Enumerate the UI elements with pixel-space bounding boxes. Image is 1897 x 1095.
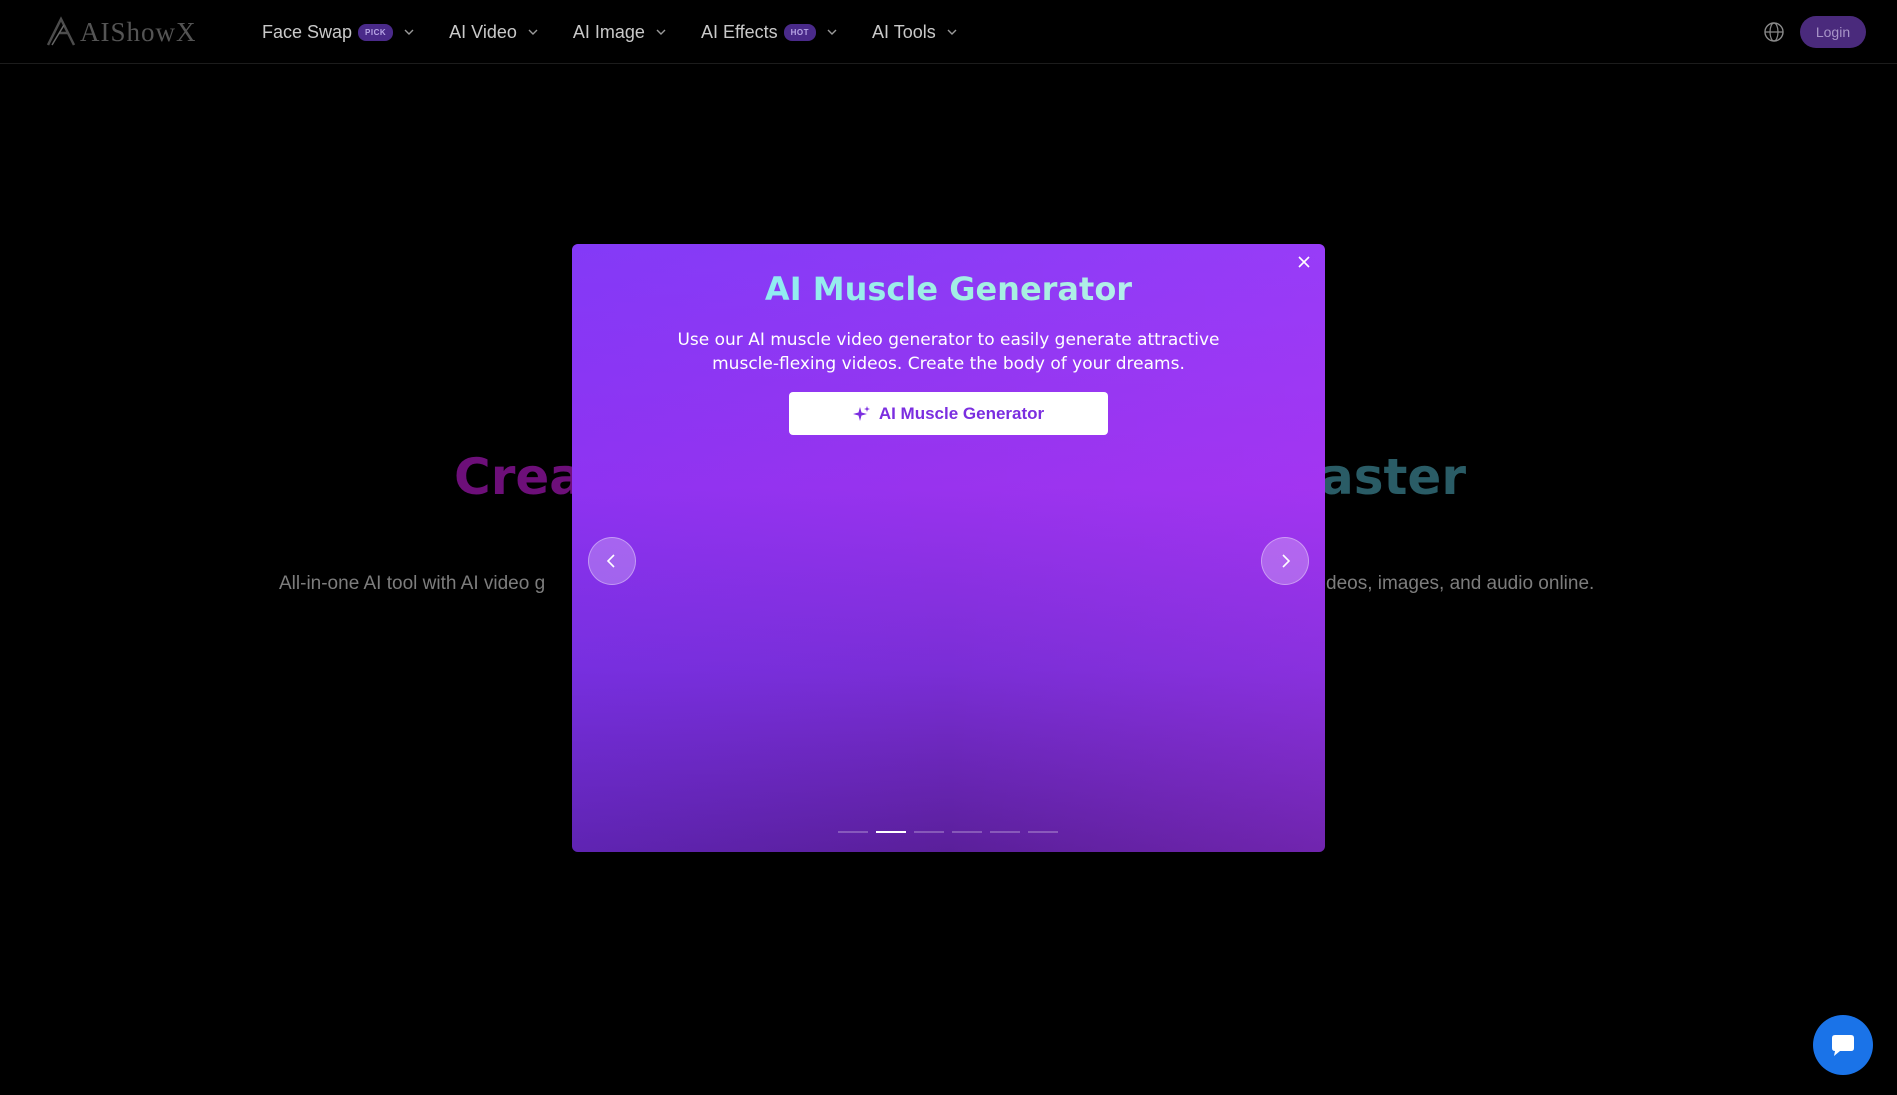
next-slide-button[interactable] xyxy=(1261,537,1309,585)
nav-label: Face Swap xyxy=(262,21,353,42)
modal-description: Use our AI muscle video generator to eas… xyxy=(677,330,1220,374)
pick-badge: PICK xyxy=(358,23,394,41)
modal-title: AI Muscle Generator xyxy=(572,270,1325,308)
hero-title-right: aster xyxy=(1320,448,1466,506)
nav-face-swap[interactable]: Face Swap PICK xyxy=(262,0,415,64)
slide-dot[interactable] xyxy=(952,831,982,833)
nav-ai-tools[interactable]: AI Tools xyxy=(872,0,958,64)
slide-indicators xyxy=(838,831,1058,833)
close-icon[interactable] xyxy=(1295,253,1313,271)
logo-text: AIShowX xyxy=(80,16,197,47)
chevron-down-icon xyxy=(656,29,666,35)
nav-ai-video[interactable]: AI Video xyxy=(449,0,539,64)
chevron-down-icon xyxy=(528,29,538,35)
promo-modal: AI Muscle Generator Use our AI muscle vi… xyxy=(572,244,1325,852)
logo-mark-icon xyxy=(46,16,76,46)
ai-muscle-generator-button[interactable]: AI Muscle Generator xyxy=(789,392,1108,435)
main-nav: Face Swap PICK AI Video AI Image AI Effe… xyxy=(262,0,992,64)
chevron-right-icon xyxy=(1282,554,1291,568)
slide-dot[interactable] xyxy=(876,831,906,833)
chevron-down-icon xyxy=(827,29,837,35)
top-header: AIShowX Face Swap PICK AI Video AI Image… xyxy=(0,0,1897,64)
slide-dot[interactable] xyxy=(1028,831,1058,833)
nav-label: AI Effects xyxy=(700,21,778,42)
hero-subtitle-left: All-in-one AI tool with AI video g xyxy=(279,573,546,594)
slide-dot[interactable] xyxy=(838,831,868,833)
slide-dot[interactable] xyxy=(990,831,1020,833)
nav-label: AI Image xyxy=(572,21,645,42)
logo[interactable]: AIShowX xyxy=(44,14,197,50)
chat-button[interactable] xyxy=(1813,1015,1873,1075)
nav-label: AI Video xyxy=(449,21,517,42)
chat-icon xyxy=(1832,1035,1854,1056)
globe-icon[interactable] xyxy=(1763,21,1785,43)
login-button[interactable]: Login xyxy=(1800,16,1866,48)
nav-ai-image[interactable]: AI Image xyxy=(573,0,667,64)
cta-label: AI Muscle Generator xyxy=(878,403,1045,423)
nav-ai-effects[interactable]: AI Effects HOT xyxy=(701,0,838,64)
hot-badge: HOT xyxy=(783,23,817,41)
nav-label: AI Tools xyxy=(872,21,936,42)
chevron-down-icon xyxy=(404,29,414,35)
sparkle-icon xyxy=(852,405,870,421)
chevron-down-icon xyxy=(947,29,957,35)
chevron-left-icon xyxy=(606,554,615,568)
hero-title-left: Crea xyxy=(454,448,584,506)
prev-slide-button[interactable] xyxy=(588,537,636,585)
slide-dot[interactable] xyxy=(914,831,944,833)
hero-subtitle-right: deos, images, and audio online. xyxy=(1326,573,1595,594)
